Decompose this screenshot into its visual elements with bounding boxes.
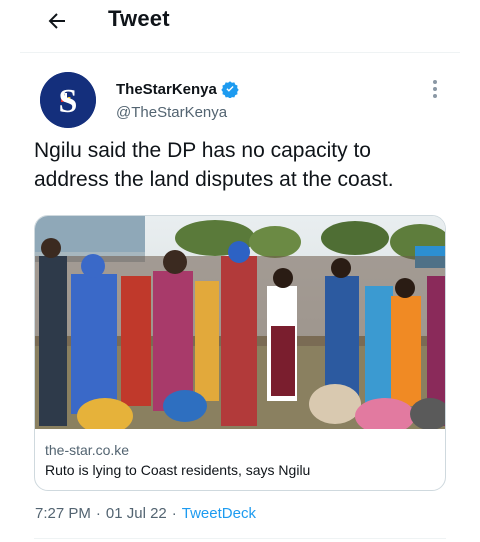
tweet-time[interactable]: 7:27 PM <box>35 505 91 522</box>
card-title: Ruto is lying to Coast residents, says N… <box>45 462 311 478</box>
tweet-text: Ngilu said the DP has no capacity to add… <box>34 139 394 191</box>
author-handle[interactable]: @TheStarKenya <box>116 104 227 121</box>
tweet-source-link[interactable]: TweetDeck <box>182 505 256 522</box>
author-name-row: TheStarKenya <box>116 80 239 98</box>
author-display-name[interactable]: TheStarKenya <box>116 81 217 98</box>
avatar[interactable]: S <box>40 72 96 128</box>
verified-badge-icon <box>221 81 239 98</box>
svg-text:S: S <box>59 83 78 120</box>
meta-separator: · <box>171 505 177 522</box>
back-button[interactable] <box>42 6 72 36</box>
arrow-left-icon <box>48 13 65 29</box>
more-options-button[interactable] <box>426 78 444 100</box>
link-preview-image <box>35 216 445 429</box>
link-preview-card[interactable]: the-star.co.ke Ruto is lying to Coast re… <box>34 215 446 491</box>
meta-separator: · <box>95 505 101 522</box>
top-bar: Tweet <box>20 0 460 53</box>
card-domain: the-star.co.ke <box>45 442 130 458</box>
page-title: Tweet <box>108 6 170 31</box>
tweet-date[interactable]: 01 Jul 22 <box>106 505 167 522</box>
more-dots-icon <box>433 80 437 84</box>
thestar-logo: S <box>40 72 96 128</box>
divider <box>34 538 446 539</box>
tweet-metadata: 7:27 PM · 01 Jul 22 · TweetDeck <box>35 505 256 522</box>
